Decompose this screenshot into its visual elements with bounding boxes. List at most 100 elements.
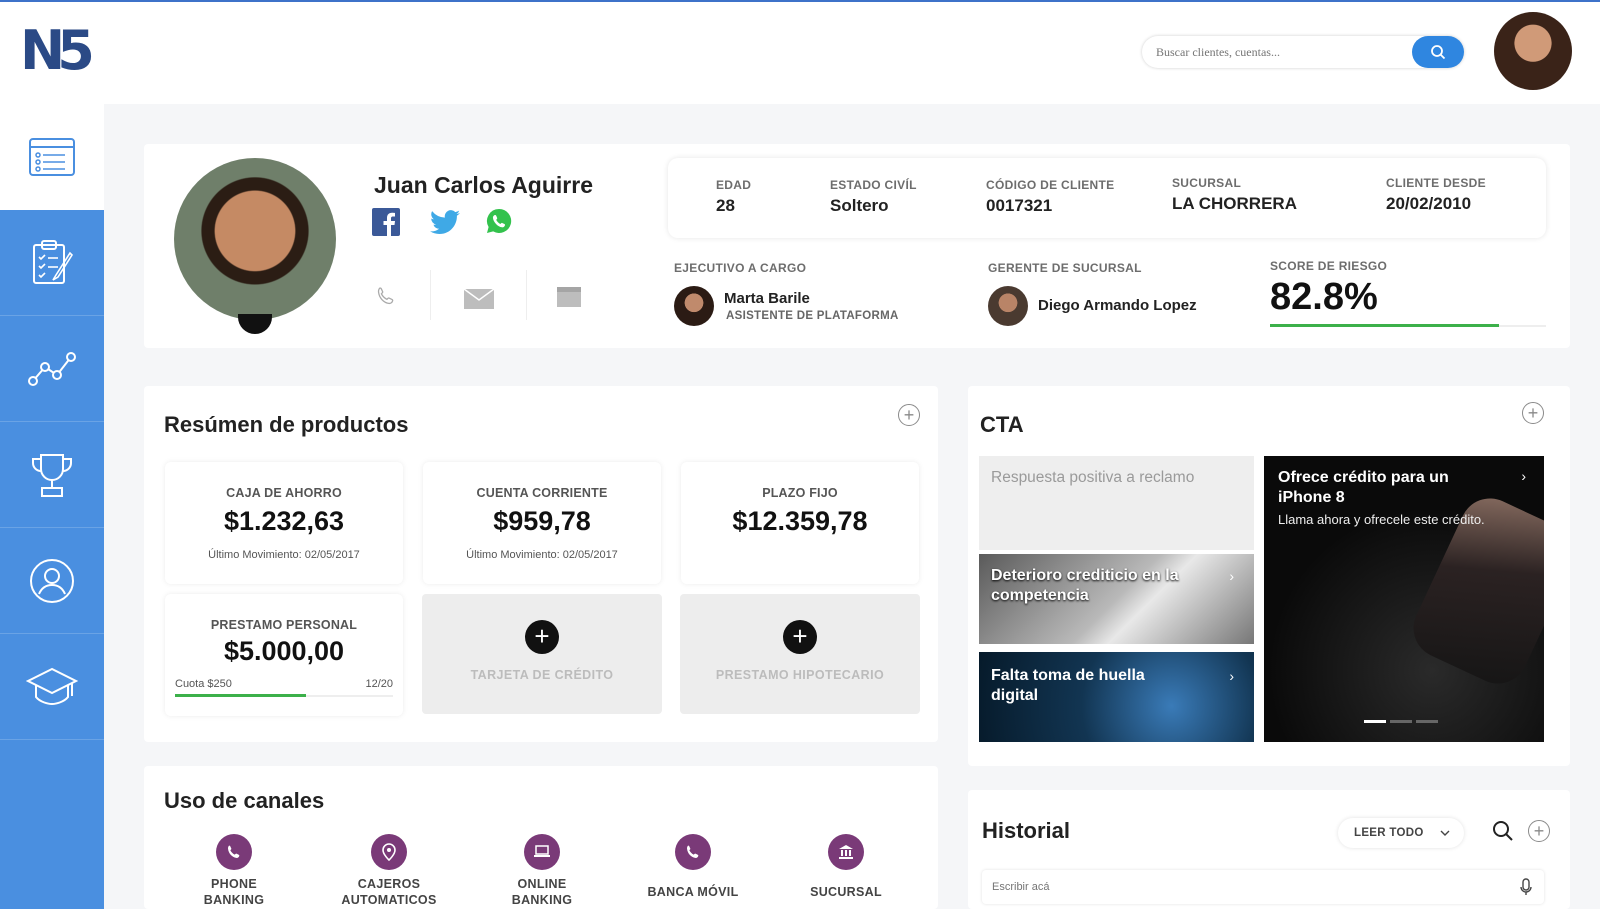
channel-phone-banking[interactable]: PHONE BANKING — [159, 834, 309, 908]
carousel-dot-active[interactable] — [1364, 720, 1386, 723]
brand-logo[interactable]: N5 — [20, 24, 95, 78]
sidebar-item-rewards[interactable] — [0, 422, 104, 528]
search-icon — [1431, 45, 1446, 60]
product-checking[interactable]: CUENTA CORRIENTE $959,78 Último Movimien… — [423, 462, 661, 584]
carousel-dot[interactable] — [1390, 720, 1412, 723]
facebook-link[interactable] — [372, 208, 400, 241]
plus-icon: + — [783, 620, 817, 654]
laptop-icon — [524, 834, 560, 870]
channel-online-banking[interactable]: ONLINE BANKING — [467, 834, 617, 908]
facebook-icon — [372, 208, 400, 236]
executive-avatar — [674, 286, 714, 326]
chevron-down-icon — [1440, 830, 1450, 836]
cta-add-button[interactable]: + — [1522, 402, 1544, 424]
products-title: Resúmen de productos — [164, 412, 409, 437]
channel-atm[interactable]: CAJEROS AUTOMATICOS — [314, 834, 464, 908]
cta-positive-claim[interactable]: Respuesta positiva a reclamo — [979, 456, 1254, 550]
dashboard-icon — [29, 138, 75, 176]
plus-icon: + — [1527, 403, 1539, 423]
location-pin-icon — [371, 834, 407, 870]
executive-role: ASISTENTE DE PLATAFORMA — [726, 310, 899, 322]
phone-icon — [377, 287, 394, 305]
info-marital-status: ESTADO CIVÍL Soltero — [830, 178, 917, 215]
executive-name: Marta Barile — [724, 290, 810, 307]
sidebar-item-education[interactable] — [0, 634, 104, 740]
trophy-icon — [32, 453, 72, 497]
whatsapp-icon — [486, 208, 512, 233]
bank-icon — [828, 834, 864, 870]
mail-icon — [463, 288, 495, 309]
risk-score-track — [1270, 324, 1546, 327]
product-personal-loan[interactable]: PRESTAMO PERSONAL $5.000,00 Cuota $250 1… — [165, 594, 403, 716]
sidebar — [0, 104, 104, 909]
search-button[interactable] — [1412, 36, 1464, 68]
sidebar-item-tasks[interactable] — [0, 210, 104, 316]
history-input-box[interactable] — [982, 870, 1544, 904]
phone-icon — [216, 834, 252, 870]
channel-mobile-banking[interactable]: BANCA MÓVIL — [618, 834, 768, 900]
whatsapp-link[interactable] — [486, 208, 512, 239]
loan-progress-bar — [175, 694, 306, 697]
microphone-icon[interactable] — [1520, 878, 1532, 896]
history-title: Historial — [982, 818, 1071, 843]
products-add-button[interactable]: + — [898, 404, 920, 426]
product-fixed-term[interactable]: PLAZO FIJO $12.359,78 — [681, 462, 919, 584]
top-accent-line — [0, 0, 1600, 2]
divider — [430, 270, 431, 320]
history-filter-dropdown[interactable]: LEER TODO — [1338, 818, 1464, 848]
call-button[interactable] — [376, 286, 396, 311]
info-age: EDAD 28 — [716, 178, 752, 215]
history-add-button[interactable]: + — [1528, 820, 1550, 842]
clipboard-icon — [33, 239, 74, 284]
chevron-right-icon: › — [1229, 568, 1234, 584]
history-input[interactable] — [992, 870, 1492, 904]
info-branch: SUCURSAL LA CHORRERA — [1172, 176, 1297, 213]
chevron-right-icon: › — [1229, 668, 1234, 684]
twitter-icon — [430, 210, 460, 235]
add-credit-card[interactable]: + TARJETA DE CRÉDITO — [422, 594, 662, 714]
cta-fingerprint[interactable]: Falta toma de huella digital › — [979, 652, 1254, 742]
manager-name: Diego Armando Lopez — [1038, 297, 1197, 314]
risk-score-label: SCORE DE RIESGO — [1270, 259, 1388, 273]
plus-icon: + — [903, 405, 915, 425]
plus-icon: + — [1533, 821, 1545, 841]
client-name: Juan Carlos Aguirre — [374, 172, 593, 198]
plus-icon: + — [525, 620, 559, 654]
info-client-code: CÓDIGO DE CLIENTE 0017321 — [986, 178, 1115, 215]
divider — [526, 270, 527, 320]
twitter-link[interactable] — [430, 210, 460, 240]
phone-icon — [675, 834, 711, 870]
graduation-cap-icon — [26, 667, 78, 705]
risk-score-value: 82.8% — [1270, 276, 1378, 318]
channel-branch[interactable]: SUCURSAL — [771, 834, 921, 900]
carousel-dot[interactable] — [1416, 720, 1438, 723]
search-input[interactable] — [1156, 36, 1406, 68]
channels-title: Uso de canales — [164, 788, 325, 813]
loan-progress-text: 12/20 — [365, 678, 393, 690]
client-info-box: EDAD 28 ESTADO CIVÍL Soltero CÓDIGO DE CLI… — [668, 158, 1546, 238]
chevron-right-icon: › — [1521, 468, 1526, 484]
manager-avatar — [988, 286, 1028, 326]
cta-title: CTA — [980, 412, 1024, 437]
user-avatar[interactable] — [1494, 12, 1572, 90]
executive-label: EJECUTIVO A CARGO — [674, 261, 807, 275]
loan-fee: Cuota $250 — [175, 678, 232, 690]
calendar-button[interactable] — [556, 284, 582, 313]
sidebar-item-profile[interactable] — [0, 528, 104, 634]
cta-iphone-credit[interactable]: Ofrece crédito para un iPhone 8 Llama ah… — [1264, 456, 1544, 742]
loan-progress-track — [175, 694, 393, 697]
history-search-button[interactable] — [1492, 820, 1514, 847]
sidebar-item-analytics[interactable] — [0, 316, 104, 422]
add-mortgage[interactable]: + PRESTAMO HIPOTECARIO — [680, 594, 920, 714]
risk-score-bar — [1270, 324, 1499, 327]
client-photo — [174, 158, 336, 320]
product-savings[interactable]: CAJA DE AHORRO $1.232,63 Último Movimien… — [165, 462, 403, 584]
info-client-since: CLIENTE DESDE 20/02/2010 — [1386, 176, 1486, 213]
cta-credit-deterioration[interactable]: Deterioro crediticio en la competencia › — [979, 554, 1254, 644]
email-button[interactable] — [463, 288, 495, 315]
manager-label: GERENTE DE SUCURSAL — [988, 261, 1142, 275]
line-chart-icon — [28, 351, 76, 386]
search-icon — [1493, 821, 1513, 841]
sidebar-item-dashboard[interactable] — [0, 104, 104, 210]
calendar-icon — [557, 287, 581, 307]
